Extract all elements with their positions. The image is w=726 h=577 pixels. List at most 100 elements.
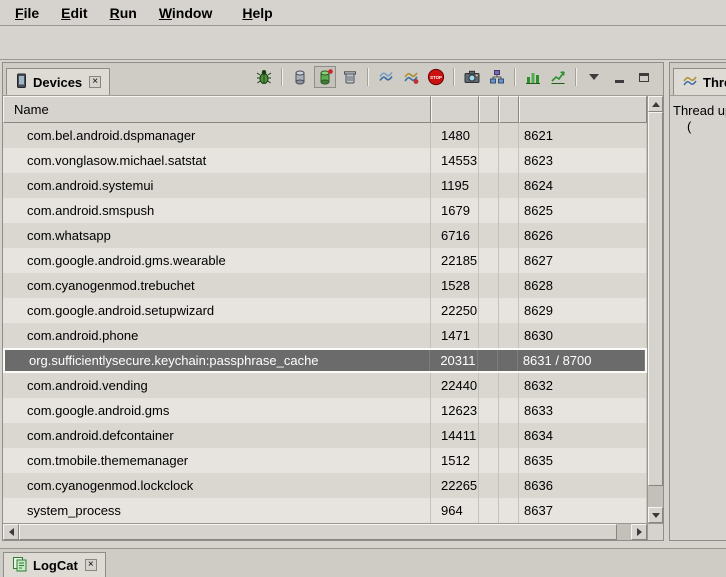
tab-label: Devices [33,75,82,90]
toolbar-separator [453,68,455,86]
column-header-port[interactable] [519,96,647,123]
column-header-name[interactable]: Name [3,96,431,123]
process-spacer [499,448,519,473]
process-port: 8625 [519,198,647,223]
vertical-scrollbar[interactable] [647,96,663,523]
table-row[interactable]: com.cyanogenmod.trebuchet15288628 [3,273,647,298]
menu-edit[interactable]: Edit [52,2,96,24]
process-port: 8634 [519,423,647,448]
close-icon[interactable]: × [85,559,97,571]
process-port: 8628 [519,273,647,298]
process-pid: 20311 [430,350,478,371]
start-method-profiling-icon[interactable] [400,66,422,88]
column-header-pid[interactable] [431,96,479,123]
update-threads-icon[interactable] [375,66,397,88]
process-port: 8621 [519,123,647,148]
process-spacer [479,248,499,273]
process-name: com.vonglasow.michael.satstat [3,148,431,173]
process-name: system_process [3,498,431,523]
scroll-up-icon[interactable] [648,96,663,112]
process-spacer [498,350,518,371]
process-port: 8631 / 8700 [518,350,645,371]
process-port: 8623 [519,148,647,173]
column-header-spacer-2[interactable] [499,96,519,123]
network-stats-icon[interactable] [547,66,569,88]
screen-capture-icon[interactable] [461,66,483,88]
process-spacer [499,123,519,148]
table-row[interactable]: com.whatsapp67168626 [3,223,647,248]
process-port: 8626 [519,223,647,248]
device-table-body: com.bel.android.dspmanager14808621com.vo… [3,123,647,523]
vertical-scrollbar-thumb[interactable] [648,112,663,486]
tab-devices[interactable]: Devices × [6,68,110,95]
menu-file[interactable]: File [6,2,48,24]
horizontal-scrollbar[interactable] [3,523,647,540]
process-name: com.bel.android.dspmanager [3,123,431,148]
table-row[interactable]: system_process9648637 [3,498,647,523]
table-row[interactable]: com.android.defcontainer144118634 [3,423,647,448]
menu-run[interactable]: Run [101,2,146,24]
dump-view-hierarchy-icon[interactable] [486,66,508,88]
heap-updates-icon[interactable] [289,66,311,88]
table-row[interactable]: com.bel.android.dspmanager1480 8621 [3,123,647,148]
table-row[interactable]: com.vonglasow.michael.satstat145538623 [3,148,647,173]
process-spacer [479,498,499,523]
tab-label: LogCat [33,558,78,573]
process-spacer [479,373,499,398]
cause-gc-icon[interactable] [339,66,361,88]
table-row[interactable]: com.google.android.gms126238633 [3,398,647,423]
process-name: com.android.vending [3,373,431,398]
close-icon[interactable]: × [89,76,101,88]
view-menu-icon[interactable] [583,66,605,88]
table-row[interactable]: com.android.systemui11958624 [3,173,647,198]
table-row[interactable]: com.cyanogenmod.lockclock222658636 [3,473,647,498]
table-row[interactable]: com.android.vending224408632 [3,373,647,398]
process-spacer [499,223,519,248]
process-name: com.android.systemui [3,173,431,198]
table-row[interactable]: com.google.android.setupwizard222508629 [3,298,647,323]
logcat-icon [12,556,28,575]
process-name: com.whatsapp [3,223,431,248]
minimize-icon[interactable] [608,66,630,88]
process-spacer [479,173,499,198]
process-pid: 14411 [431,423,479,448]
dump-hprof-icon[interactable] [314,66,336,88]
debug-process-icon[interactable] [253,66,275,88]
process-spacer [499,248,519,273]
threads-message-line: ( [673,119,723,135]
process-pid: 22265 [431,473,479,498]
menu-help[interactable]: Help [233,2,281,24]
scroll-down-icon[interactable] [648,507,663,523]
table-row[interactable]: com.google.android.gms.wearable221858627 [3,248,647,273]
scrollbar-corner [647,523,663,540]
table-row[interactable]: com.android.phone14718630 [3,323,647,348]
process-pid: 22250 [431,298,479,323]
process-spacer [499,473,519,498]
toolbar-separator [281,68,283,86]
table-row[interactable]: com.android.smspush16798625 [3,198,647,223]
maximize-icon[interactable] [633,66,655,88]
process-pid: 1480 [431,123,479,148]
devices-tabbar: Devices × STOP [3,63,663,96]
process-spacer [499,148,519,173]
table-row-selected[interactable]: org.sufficientlysecure.keychain:passphra… [3,348,647,373]
process-spacer [499,323,519,348]
process-spacer [499,373,519,398]
main-toolbar [0,27,726,60]
menu-window[interactable]: Window [150,2,222,24]
table-row[interactable]: com.tmobile.thememanager15128635 [3,448,647,473]
process-spacer [479,323,499,348]
stop-process-icon[interactable]: STOP [425,66,447,88]
process-spacer [479,198,499,223]
tab-logcat[interactable]: LogCat × [3,552,106,577]
column-header-spacer-1[interactable] [479,96,499,123]
process-pid: 1471 [431,323,479,348]
stop-label: STOP [430,75,442,80]
scroll-right-icon[interactable] [631,524,647,540]
scroll-left-icon[interactable] [3,524,19,540]
tab-threads[interactable]: Threads [673,68,726,95]
heap-chart-icon[interactable] [522,66,544,88]
toolbar-separator [367,68,369,86]
horizontal-scrollbar-thumb[interactable] [19,524,617,540]
process-pid: 1195 [431,173,479,198]
